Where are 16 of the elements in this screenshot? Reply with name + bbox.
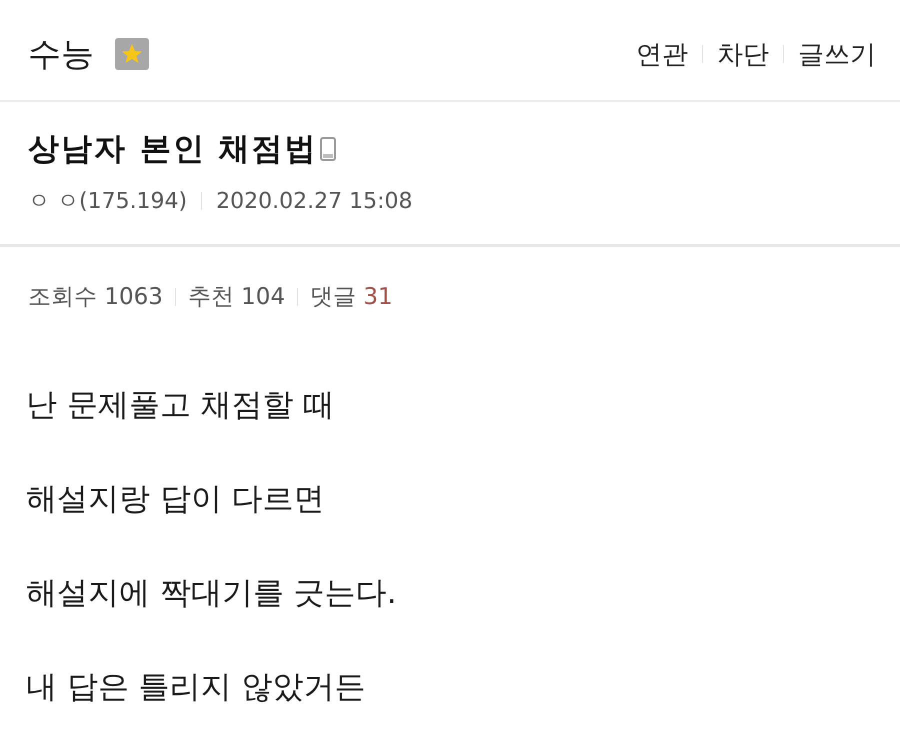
post-stat: 댓글 31 [310,283,393,312]
body-paragraph: 내 답은 틀리지 않았거든 [26,668,367,706]
post-title: 상남자 본인 채점법 [28,130,318,169]
board-title[interactable]: 수능 [28,32,94,76]
post-stat: 조회수 1063 [28,283,163,312]
header-link[interactable]: 연관 [636,36,688,72]
body-paragraph: 난 문제풀고 채점할 때 [26,386,336,424]
post-date: 2020.02.27 15:08 [216,188,412,214]
star-bookmark-icon[interactable] [114,37,150,71]
header-link[interactable]: 차단 [717,36,769,72]
body-paragraph: 해설지에 짝대기를 긋는다. [26,574,398,612]
header-link[interactable]: 글쓰기 [798,36,876,72]
post-stat: 추천 104 [188,283,286,312]
mobile-phone-icon [320,137,336,161]
author-name: ㅇ ㅇ(175.194) [28,188,188,216]
body-paragraph: 해설지랑 답이 다르면 [26,480,326,518]
